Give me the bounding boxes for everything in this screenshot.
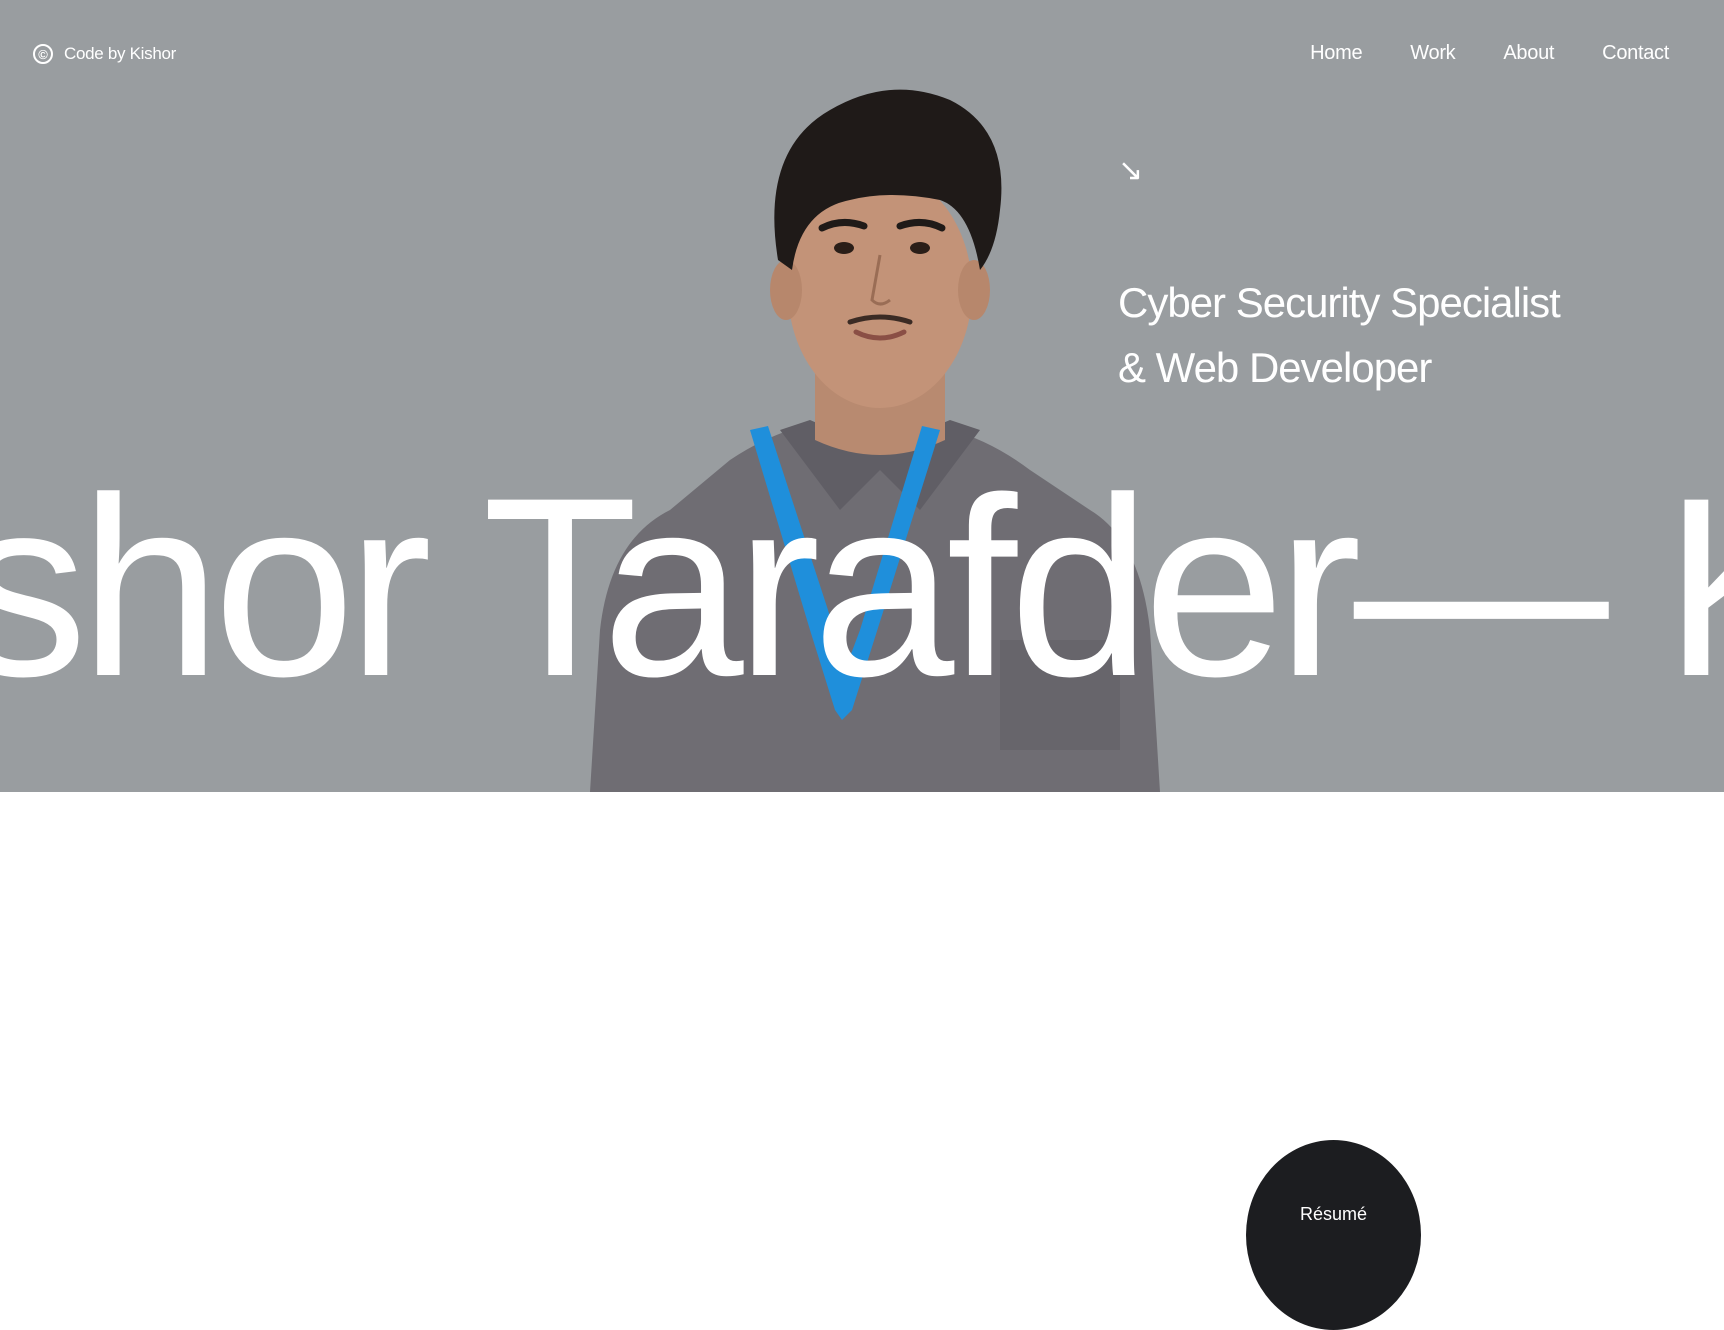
nav-home-link[interactable]: Home — [1310, 42, 1362, 65]
brand-label: Code by Kishor — [64, 44, 177, 63]
nav-contact-link[interactable]: Contact — [1602, 42, 1669, 65]
resume-button[interactable]: Résumé — [1246, 1140, 1421, 1330]
copyright-icon: © — [33, 44, 53, 64]
tagline-line-1: Cyber Security Specialist — [1118, 279, 1561, 326]
nav-work-link[interactable]: Work — [1410, 42, 1455, 65]
hero-tagline: Cyber Security Specialist & Web Develope… — [1118, 270, 1561, 400]
hero-section: © Code by Kishor Home Work About Contact… — [0, 0, 1724, 792]
tagline-line-2: & Web Developer — [1118, 344, 1432, 391]
arrow-down-right-icon: ↘ — [1118, 154, 1144, 187]
name-marquee: shor Tarafder— K — [0, 445, 1724, 730]
brand-logo[interactable]: © Code by Kishor — [33, 44, 176, 64]
nav-about-link[interactable]: About — [1503, 42, 1554, 65]
main-nav: Home Work About Contact — [1310, 42, 1669, 65]
